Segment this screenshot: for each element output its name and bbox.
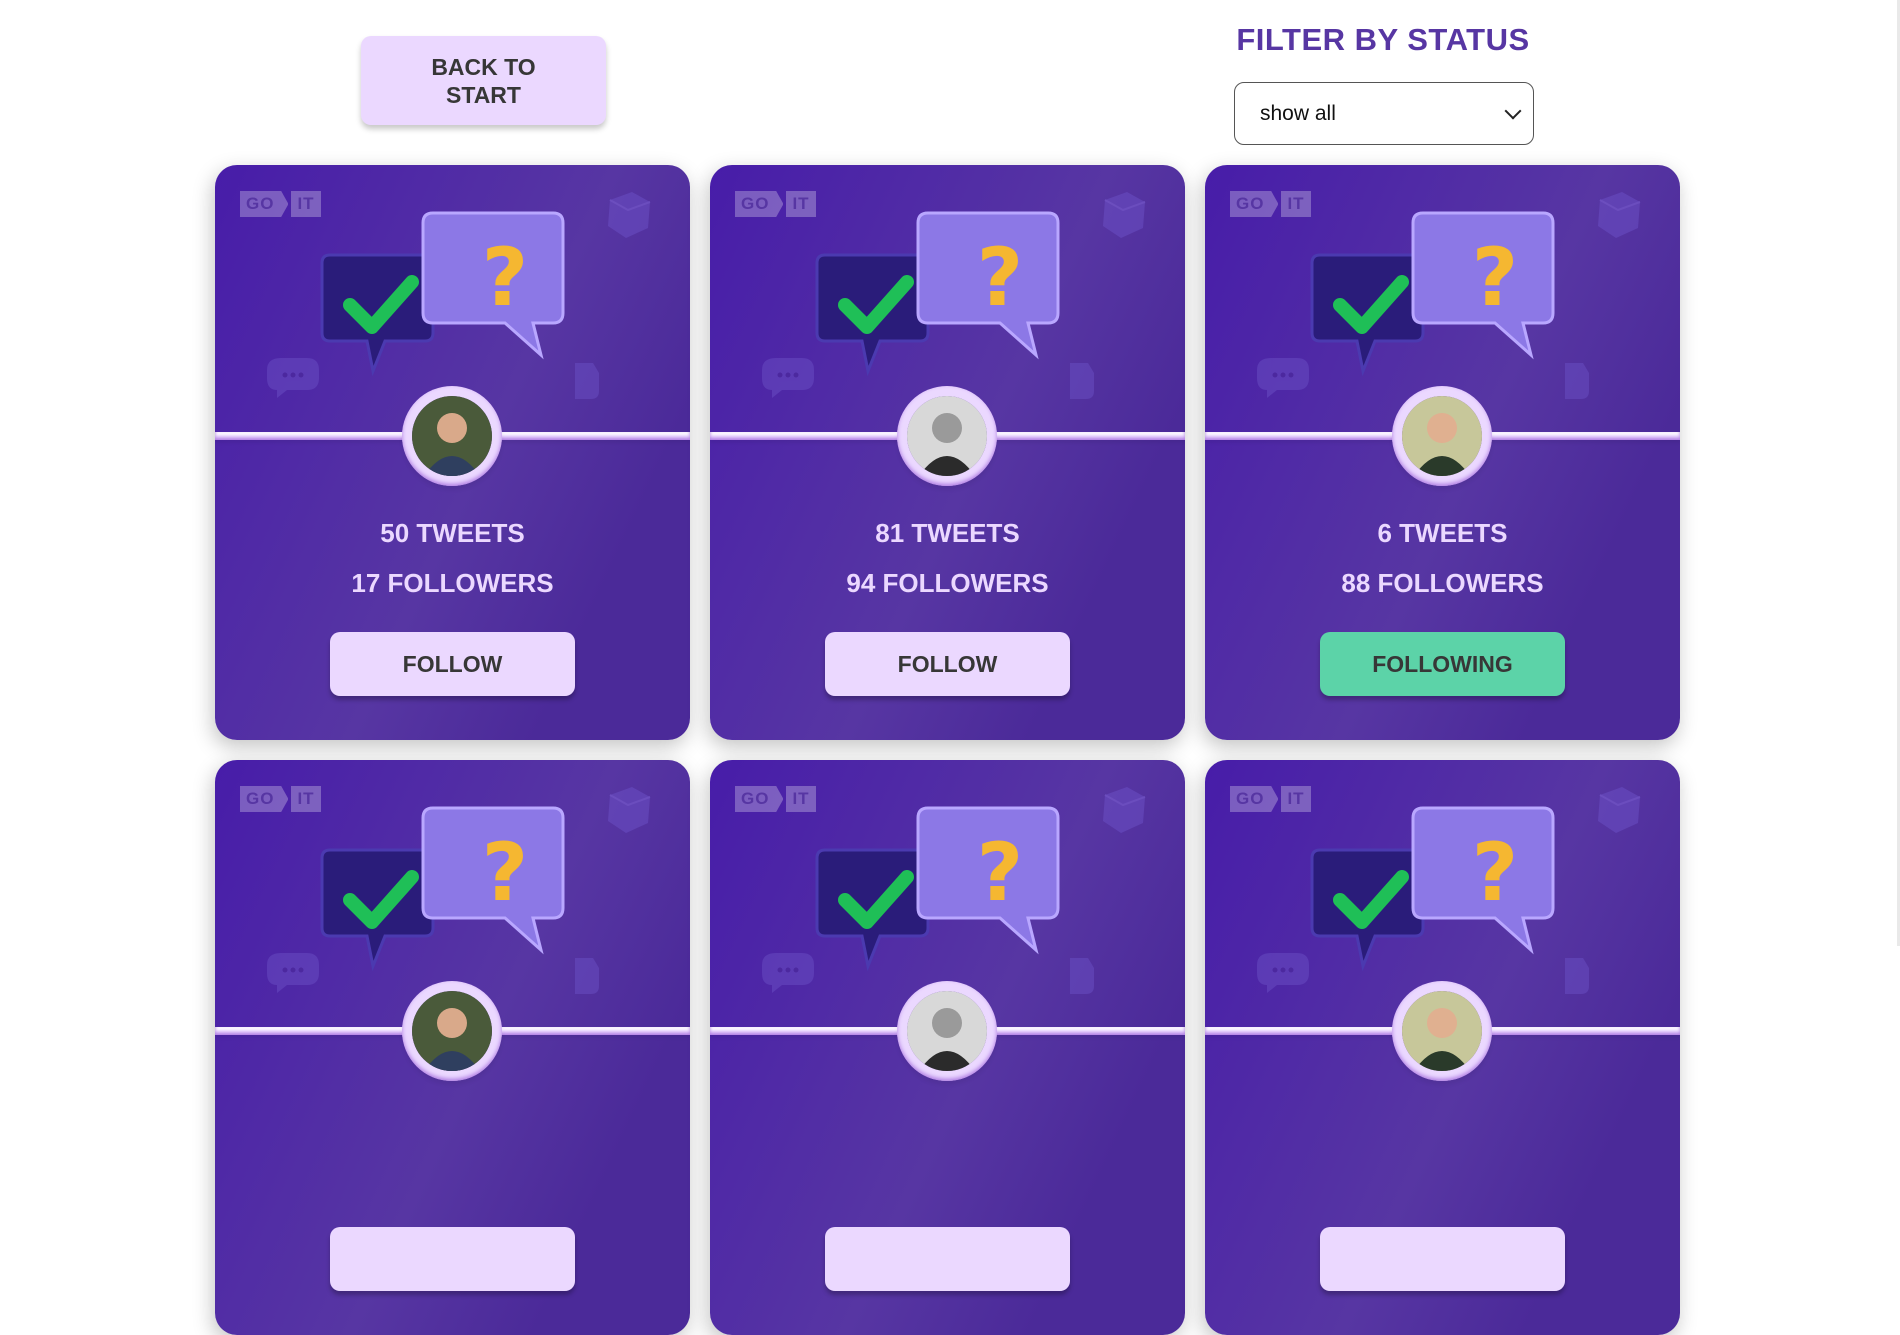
svg-text:?: ? xyxy=(482,826,528,919)
avatar xyxy=(1402,396,1482,476)
avatar-frame xyxy=(897,386,997,486)
decor-chat-icon xyxy=(267,953,319,993)
avatar-icon xyxy=(1402,396,1482,476)
question-mark-icon: ? xyxy=(482,231,528,324)
decor-chat-icon xyxy=(267,358,319,398)
avatar-icon xyxy=(412,396,492,476)
user-card: GO IT ? xyxy=(710,760,1185,1335)
filter-title: FILTER BY STATUS xyxy=(1236,22,1530,57)
avatar xyxy=(907,991,987,1071)
decor-like-icon xyxy=(575,363,599,399)
avatar-icon xyxy=(907,991,987,1071)
followers-count: 17 FOLLOWERS xyxy=(351,568,554,598)
decor-cube-icon xyxy=(1598,192,1641,238)
decor-chat-icon xyxy=(762,953,814,993)
svg-text:?: ? xyxy=(977,826,1023,919)
follow-button[interactable]: FOLLOW xyxy=(825,632,1070,696)
avatar-icon xyxy=(907,396,987,476)
status-filter-value: show all xyxy=(1260,101,1336,125)
decor-cube-icon xyxy=(1103,787,1146,833)
follow-button[interactable] xyxy=(825,1227,1070,1291)
decor-cube-icon xyxy=(608,192,651,238)
question-mark-icon: ? xyxy=(977,826,1023,919)
chevron-down-icon xyxy=(1504,102,1522,119)
question-mark-icon: ? xyxy=(1472,826,1518,919)
tweets-count: 6 TWEETS xyxy=(1377,518,1508,548)
svg-text:?: ? xyxy=(1472,231,1518,324)
decor-chat-icon xyxy=(1257,953,1309,993)
tweets-count: 81 TWEETS xyxy=(875,518,1020,548)
avatar xyxy=(412,396,492,476)
decor-like-icon xyxy=(1070,958,1094,994)
back-to-start-label: BACK TO START xyxy=(431,53,536,108)
decor-chat-icon xyxy=(762,358,814,398)
back-to-start-button[interactable]: BACK TO START xyxy=(361,36,606,125)
question-mark-icon: ? xyxy=(1472,231,1518,324)
avatar-frame xyxy=(1392,386,1492,486)
avatar-frame xyxy=(402,386,502,486)
decor-cube-icon xyxy=(1103,192,1146,238)
user-card: GO IT ? xyxy=(215,165,690,740)
user-card: GO IT ? xyxy=(710,165,1185,740)
decor-like-icon xyxy=(1070,363,1094,399)
followers-count: 88 FOLLOWERS xyxy=(1341,568,1544,598)
follow-button[interactable] xyxy=(1320,1227,1565,1291)
svg-text:?: ? xyxy=(482,231,528,324)
follow-button[interactable] xyxy=(330,1227,575,1291)
avatar-frame xyxy=(1392,981,1492,1081)
tweets-count: 50 TWEETS xyxy=(380,518,525,548)
avatar-frame xyxy=(897,981,997,1081)
decor-like-icon xyxy=(1565,363,1589,399)
svg-text:?: ? xyxy=(977,231,1023,324)
avatar-icon xyxy=(1402,991,1482,1071)
decor-chat-icon xyxy=(1257,358,1309,398)
avatar-frame xyxy=(402,981,502,1081)
avatar xyxy=(412,991,492,1071)
question-mark-icon: ? xyxy=(977,231,1023,324)
user-card: GO IT ? xyxy=(1205,760,1680,1335)
decor-cube-icon xyxy=(1598,787,1641,833)
follow-button[interactable]: FOLLOW xyxy=(330,632,575,696)
user-card: GO IT ? xyxy=(215,760,690,1335)
svg-text:?: ? xyxy=(1472,826,1518,919)
user-card: GO IT ? xyxy=(1205,165,1680,740)
avatar-icon xyxy=(412,991,492,1071)
followers-count: 94 FOLLOWERS xyxy=(846,568,1049,598)
decor-cube-icon xyxy=(608,787,651,833)
decor-like-icon xyxy=(575,958,599,994)
question-mark-icon: ? xyxy=(482,826,528,919)
avatar xyxy=(1402,991,1482,1071)
decor-like-icon xyxy=(1565,958,1589,994)
avatar xyxy=(907,396,987,476)
status-filter-select[interactable]: show all xyxy=(1234,82,1534,145)
following-button[interactable]: FOLLOWING xyxy=(1320,632,1565,696)
